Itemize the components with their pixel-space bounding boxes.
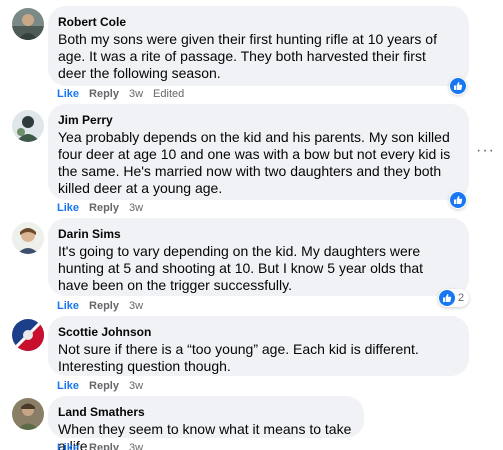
- comment-author[interactable]: Jim Perry: [58, 112, 457, 128]
- avatar[interactable]: [12, 398, 44, 430]
- comment-text: Yea probably depends on the kid and his …: [58, 129, 451, 196]
- edited-label[interactable]: Edited: [153, 87, 184, 101]
- reaction-badge[interactable]: [449, 191, 467, 209]
- comment-timestamp[interactable]: 3w: [129, 441, 143, 450]
- like-icon: [439, 290, 455, 306]
- comment-timestamp[interactable]: 3w: [129, 299, 143, 313]
- reaction-badge[interactable]: 2: [438, 289, 470, 307]
- avatar[interactable]: [12, 222, 44, 254]
- like-button[interactable]: Like: [57, 299, 79, 313]
- reply-button[interactable]: Reply: [89, 379, 119, 393]
- reply-button[interactable]: Reply: [89, 201, 119, 215]
- comment-timestamp[interactable]: 3w: [129, 87, 143, 101]
- reaction-badge[interactable]: [449, 77, 467, 95]
- like-button[interactable]: Like: [57, 441, 79, 450]
- comment-text: It's going to vary depending on the kid.…: [58, 243, 424, 293]
- avatar[interactable]: [12, 8, 44, 40]
- reaction-count: 2: [458, 292, 465, 304]
- comment-actions: Like Reply 3w: [57, 201, 143, 215]
- like-icon: [450, 192, 466, 208]
- comment-author[interactable]: Robert Cole: [58, 14, 457, 30]
- comment-actions: Like Reply 3w: [57, 299, 143, 313]
- comment-actions: Like Reply 3w: [57, 441, 143, 450]
- comment-bubble: Land Smathers When they seem to know wha…: [48, 396, 364, 450]
- comment-author[interactable]: Scottie Johnson: [58, 324, 457, 340]
- avatar[interactable]: [12, 319, 44, 351]
- like-button[interactable]: Like: [57, 379, 79, 393]
- avatar[interactable]: [12, 110, 44, 142]
- comment-timestamp[interactable]: 3w: [129, 201, 143, 215]
- comment-bubble: Darin Sims It's going to vary depending …: [48, 218, 469, 296]
- comment-text: Not sure if there is a “too young” age. …: [58, 341, 419, 374]
- reply-button[interactable]: Reply: [89, 299, 119, 313]
- comment-bubble: Scottie Johnson Not sure if there is a “…: [48, 316, 469, 376]
- comment-timestamp[interactable]: 3w: [129, 379, 143, 393]
- comment-author[interactable]: Land Smathers: [58, 404, 352, 420]
- more-options-button[interactable]: ···: [476, 143, 495, 159]
- comment-actions: Like Reply 3w Edited: [57, 87, 184, 101]
- reply-button[interactable]: Reply: [89, 87, 119, 101]
- comment-bubble: Robert Cole Both my sons were given thei…: [48, 6, 469, 86]
- comment-actions: Like Reply 3w: [57, 379, 143, 393]
- like-button[interactable]: Like: [57, 87, 79, 101]
- like-icon: [450, 78, 466, 94]
- reply-button[interactable]: Reply: [89, 441, 119, 450]
- comment-author[interactable]: Darin Sims: [58, 226, 457, 242]
- comment-text: Both my sons were given their first hunt…: [58, 31, 437, 81]
- like-button[interactable]: Like: [57, 201, 79, 215]
- comment-bubble: Jim Perry Yea probably depends on the ki…: [48, 104, 469, 200]
